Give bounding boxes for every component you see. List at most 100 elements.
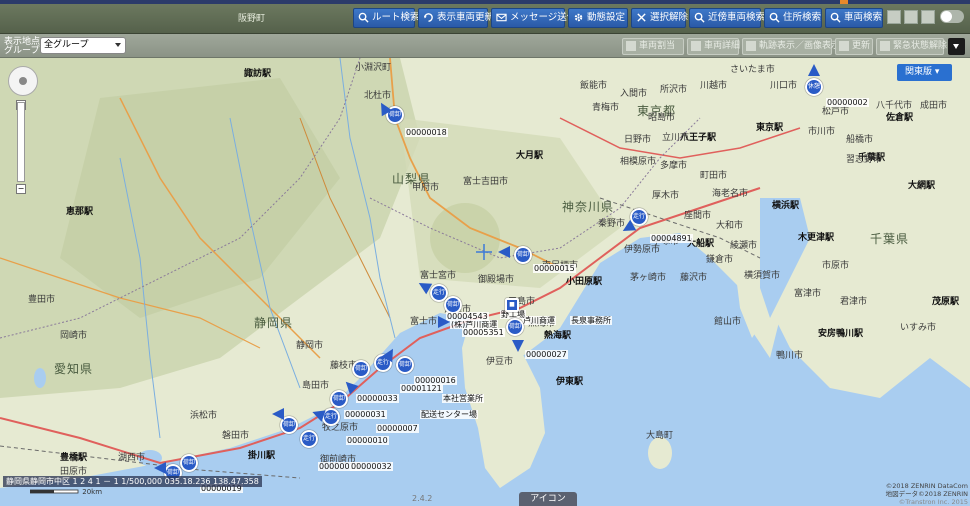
- station-label: 小田原駅: [566, 277, 603, 287]
- station-label: 安房鴨川駅: [818, 329, 864, 339]
- city-label: 所沢市: [660, 85, 688, 95]
- city-label: いすみ市: [900, 323, 937, 333]
- grid-view-icon[interactable]: [887, 10, 901, 24]
- chevron-down-icon: [115, 43, 121, 47]
- vehicle-id-label: 00000031: [344, 410, 387, 419]
- place-annotation: 配送センター場: [420, 410, 478, 419]
- city-label: 昭島市: [648, 113, 676, 123]
- city-label: 鴨川市: [776, 351, 804, 361]
- vehicle-marker[interactable]: 荷卸: [396, 356, 414, 374]
- city-label: 海老名市: [712, 189, 749, 199]
- assign-icon: [626, 41, 636, 51]
- vehicle-id-label: 00000010: [346, 436, 389, 445]
- track-display-label: 軌跡表示／画像表示: [759, 41, 841, 51]
- city-label: 富士吉田市: [463, 177, 509, 187]
- refresh-vehicles-label: 表示車両更新: [437, 12, 495, 23]
- vehicle-detail-button[interactable]: 車両詳細: [687, 38, 741, 55]
- station-label: 諏訪駅: [244, 69, 272, 79]
- update-icon: [839, 41, 849, 51]
- toolbar-place-label: 阪野町: [238, 14, 266, 24]
- direction-arrow-icon: [498, 246, 510, 258]
- vehicle-id-label: 00000007: [376, 424, 419, 433]
- vehicle-marker[interactable]: 荷卸: [352, 360, 370, 378]
- station-label: 掛川駅: [248, 451, 276, 461]
- track-icon: [746, 41, 756, 51]
- vehicle-id-label: 00004891: [650, 234, 693, 243]
- station-label: 熱海駅: [544, 331, 572, 341]
- display-toggle[interactable]: [940, 10, 964, 23]
- icon-legend-tab[interactable]: アイコン: [519, 492, 577, 506]
- city-label: 八千代市: [876, 101, 913, 111]
- city-label: 大和市: [716, 221, 744, 231]
- station-label: 伊東駅: [556, 377, 584, 387]
- refresh-vehicles-button[interactable]: 表示車両更新: [418, 8, 494, 28]
- vehicle-marker[interactable]: 荷卸: [514, 246, 532, 264]
- vehicle-marker[interactable]: 荷卸: [330, 390, 348, 408]
- refresh-icon: [423, 13, 433, 22]
- address-search-button[interactable]: 住所検索: [764, 8, 822, 28]
- direction-arrow-icon: [512, 340, 524, 352]
- vehicle-detail-label: 車両詳細: [704, 41, 741, 51]
- place-annotation: 芦川商運: [522, 316, 556, 325]
- city-label: 市原市: [822, 261, 850, 271]
- vehicle-assign-button[interactable]: 車両割当: [622, 38, 684, 55]
- route-search-label: ルート検索: [372, 12, 420, 23]
- station-label: 大網駅: [908, 181, 936, 191]
- copyright: ©2018 ZENRIN DataCom 地図データ©2018 ZENRIN: [880, 482, 968, 498]
- emergency-clear-button[interactable]: 緊急状態解除: [876, 38, 947, 55]
- send-message-label: メッセージ送信: [510, 12, 577, 23]
- vehicle-id-label: 00000027: [525, 350, 568, 359]
- update-label: 更新: [852, 41, 871, 51]
- city-label: 青梅市: [592, 103, 620, 113]
- list-view-icon[interactable]: [904, 10, 918, 24]
- top-toolbar: 阪野町 ルート検索 表示車両更新 メッセージ送信 動態設定 選択解除 近傍車両検…: [0, 0, 970, 34]
- map-view[interactable]: + − 関東版 ▾ 山梨県 神奈川県 静岡県 愛知県 千葉県 東京都 恵那駅 大…: [0, 58, 970, 506]
- city-label: 大島町: [646, 431, 674, 441]
- send-message-button[interactable]: メッセージ送信: [491, 8, 576, 28]
- city-label: 川越市: [700, 81, 728, 91]
- split-view-icon[interactable]: [921, 10, 935, 24]
- city-label: 伊勢原市: [624, 245, 661, 255]
- update-button[interactable]: 更新: [835, 38, 873, 55]
- city-label: 茅ヶ崎市: [630, 273, 667, 283]
- city-label: 多摩市: [660, 161, 688, 171]
- zoom-out-button[interactable]: −: [16, 184, 26, 194]
- city-label: 静岡市: [296, 341, 324, 351]
- station-label: 木更津駅: [798, 233, 835, 243]
- address-search-icon: [769, 12, 780, 23]
- city-label: 相模原市: [620, 157, 657, 167]
- place-annotation: 長泉事務所: [570, 316, 612, 325]
- vehicle-search-button[interactable]: 車両検索: [825, 8, 883, 28]
- select-clear-button[interactable]: 選択解除: [631, 8, 688, 28]
- vehicle-marker[interactable]: 休憩: [805, 78, 823, 96]
- depot-marker[interactable]: ■: [505, 298, 519, 312]
- vehicle-id-label: 00001121: [400, 384, 443, 393]
- menu-dropdown-button[interactable]: [948, 38, 965, 55]
- direction-arrow-icon: [272, 408, 284, 420]
- city-label: 湖西市: [118, 453, 146, 463]
- route-search-button[interactable]: ルート検索: [353, 8, 420, 28]
- city-label: 富士市: [410, 317, 438, 327]
- map-style-dropdown[interactable]: 関東版 ▾: [897, 64, 952, 81]
- group-select[interactable]: 全グループ: [40, 37, 126, 54]
- city-label: 豊田市: [28, 295, 56, 305]
- motion-settings-button[interactable]: 動態設定: [568, 8, 628, 28]
- track-display-button[interactable]: 軌跡表示／画像表示: [742, 38, 840, 55]
- vehicle-id-label: 00000032: [350, 462, 393, 471]
- nearby-vehicle-search-button[interactable]: 近傍車両検索: [689, 8, 765, 28]
- city-label: 北杜市: [364, 91, 392, 101]
- vehicle-marker[interactable]: 荷卸: [180, 454, 198, 472]
- city-label: 習志野市: [846, 155, 883, 165]
- version-label: 2.4.2: [412, 494, 433, 503]
- copyright-line-1: ©2018 ZENRIN DataCom: [885, 482, 968, 490]
- pref-label-chiba: 千葉県: [870, 232, 910, 246]
- city-label: 立川市: [662, 133, 690, 143]
- station-label: 恵那駅: [66, 207, 94, 217]
- station-label: 茂原駅: [932, 297, 960, 307]
- pan-control[interactable]: [8, 66, 38, 96]
- station-label: 豊橋駅: [60, 453, 88, 463]
- vehicle-marker[interactable]: 荷卸: [506, 318, 524, 336]
- copyright-line-3: ©Transtron Inc. 2015: [898, 498, 968, 506]
- zoom-slider[interactable]: [17, 102, 25, 182]
- vehicle-marker[interactable]: 走行: [300, 430, 318, 448]
